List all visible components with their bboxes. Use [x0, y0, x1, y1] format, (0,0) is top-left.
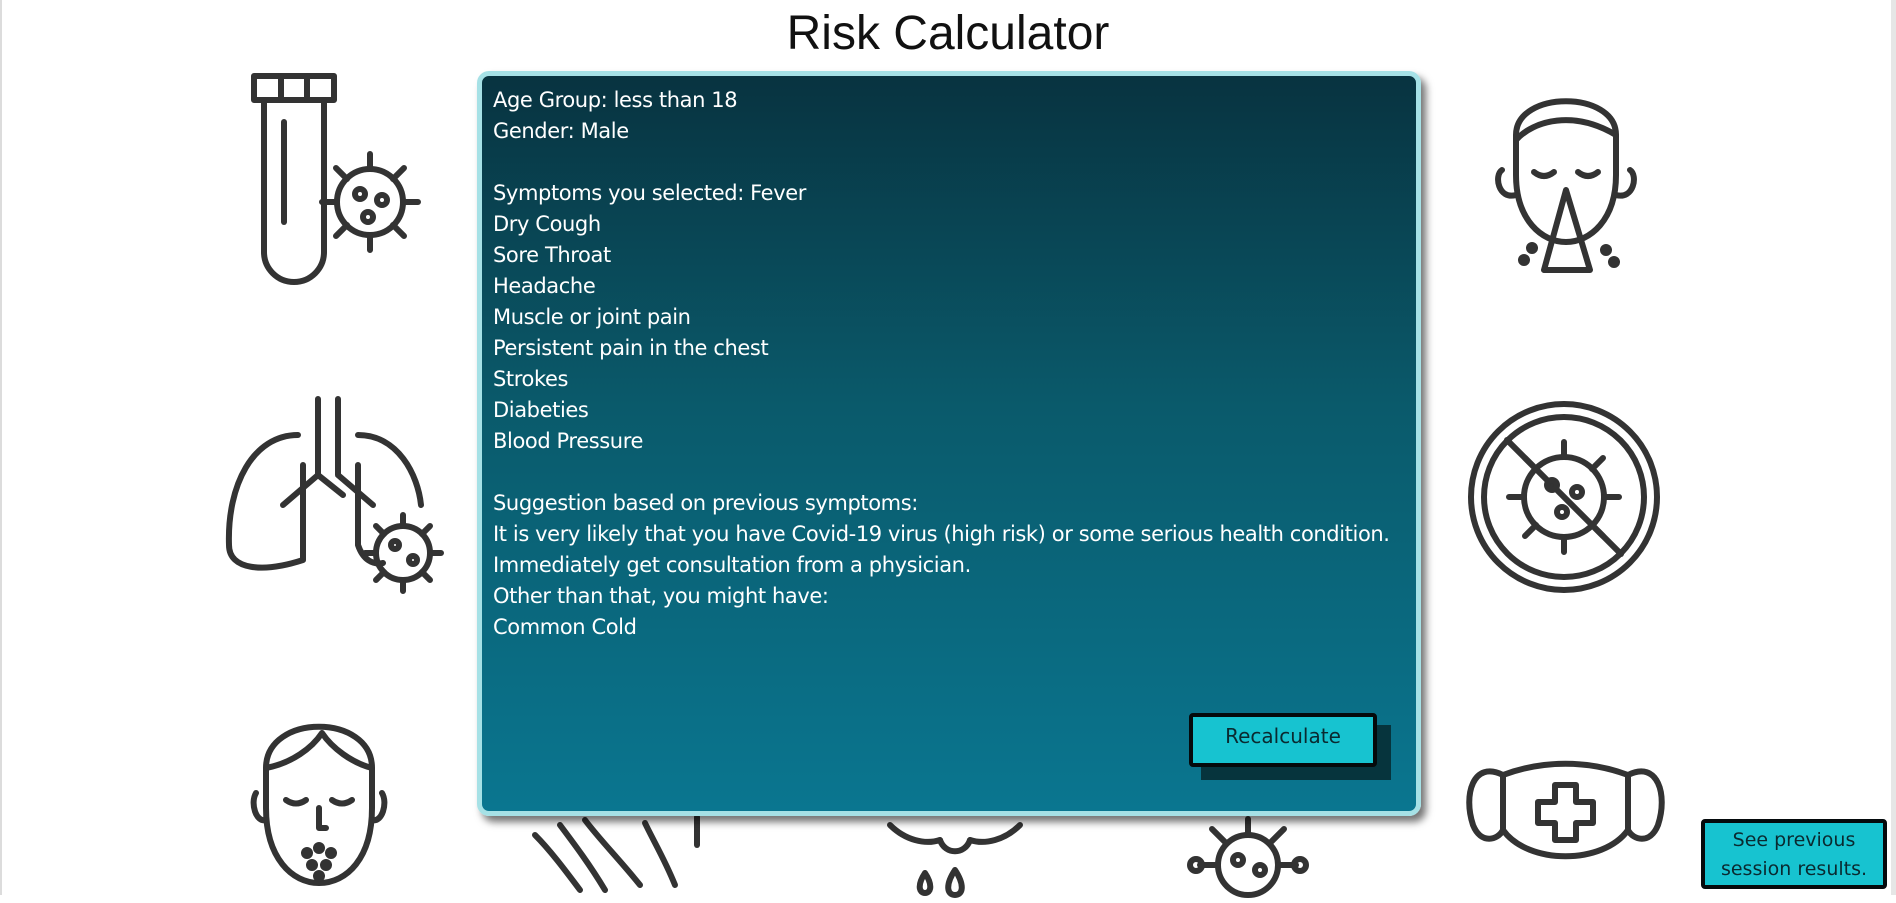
scrollbar-track[interactable]	[1891, 0, 1896, 895]
result-text: Age Group: less than 18 Gender: Male Sym…	[493, 88, 1390, 639]
drops-icon	[885, 815, 1025, 895]
test-tube-virus-icon	[240, 72, 430, 277]
lungs-virus-icon	[223, 395, 453, 595]
recalculate-button[interactable]: Recalculate	[1189, 713, 1377, 767]
hand-icon	[525, 815, 700, 895]
face-mask-icon	[1463, 755, 1668, 875]
virus-icon	[1160, 815, 1335, 895]
result-card: Age Group: less than 18 Gender: Male Sym…	[477, 71, 1421, 816]
sneezing-person-icon	[1494, 80, 1637, 275]
page-title: Risk Calculator	[786, 7, 1110, 60]
previous-session-results-button[interactable]: See previous session results.	[1701, 819, 1887, 889]
left-edge	[0, 0, 2, 895]
no-virus-icon	[1467, 400, 1662, 595]
rash-face-icon	[252, 708, 387, 898]
